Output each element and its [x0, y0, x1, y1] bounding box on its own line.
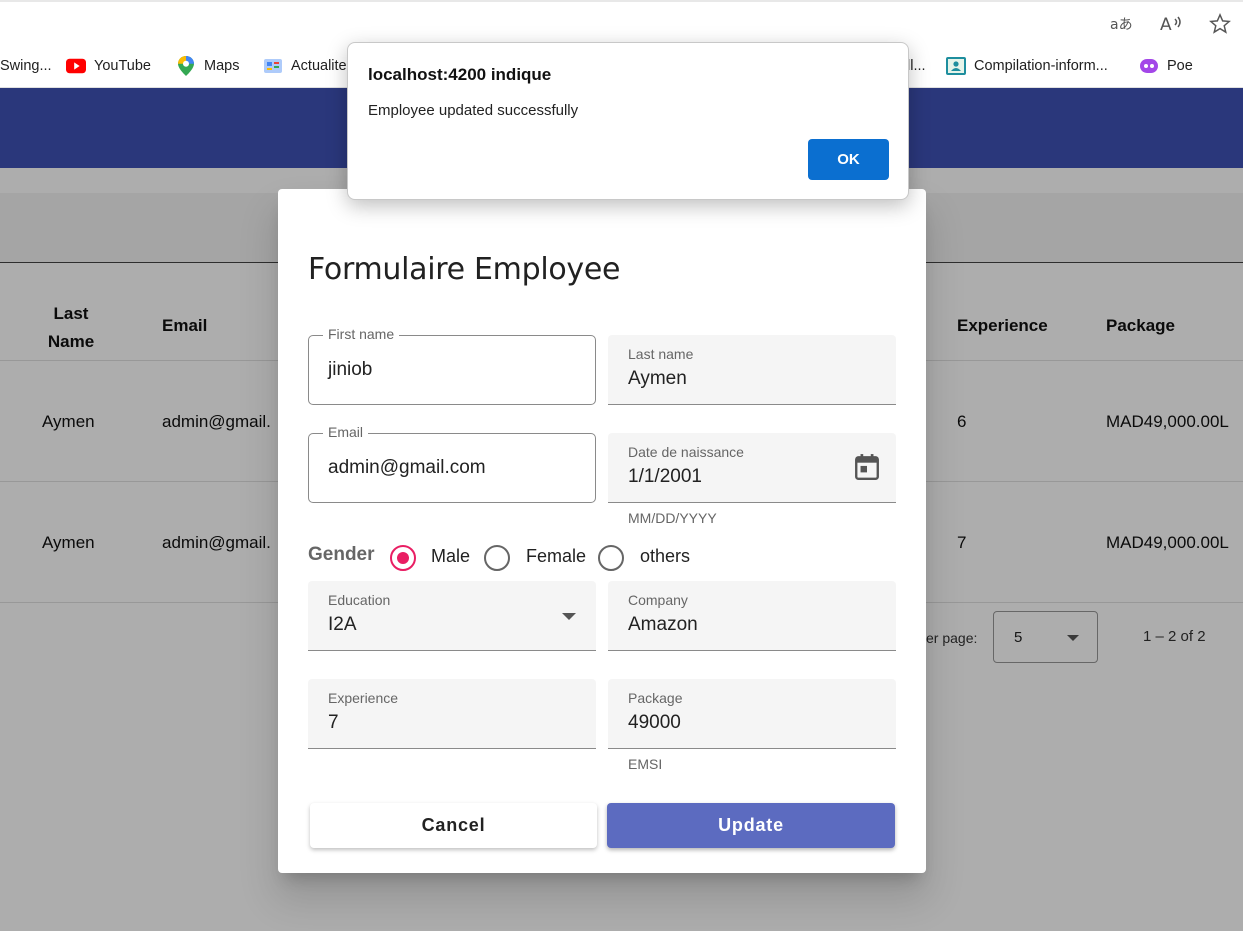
- bookmark-label: YouTube: [94, 58, 151, 74]
- date-of-birth-field[interactable]: Date de naissance 1/1/2001: [608, 433, 896, 503]
- experience-field[interactable]: Experience 7: [308, 679, 596, 749]
- maps-pin-icon: [176, 56, 196, 76]
- news-icon: [263, 57, 283, 75]
- bookmark-label: Maps: [204, 58, 240, 74]
- radio-female-label[interactable]: Female: [526, 546, 586, 567]
- url-input[interactable]: [0, 4, 1100, 42]
- chevron-down-icon: [562, 613, 576, 620]
- experience-value: 7: [328, 712, 339, 733]
- browser-address-bar: aあ A: [0, 0, 1243, 44]
- experience-label: Experience: [328, 690, 399, 706]
- poe-icon: [1139, 57, 1159, 75]
- date-of-birth-label: Date de naissance: [628, 444, 744, 460]
- bookmark-actualite[interactable]: Actualite: [263, 55, 347, 77]
- bookmark-label: ll...: [907, 58, 926, 74]
- radio-male-label[interactable]: Male: [431, 546, 470, 567]
- company-value: Amazon: [628, 614, 698, 635]
- radio-others[interactable]: [598, 545, 624, 571]
- email-field[interactable]: Email admin@gmail.com: [308, 424, 596, 503]
- package-hint: EMSI: [628, 756, 663, 772]
- last-name-value: Aymen: [628, 368, 687, 389]
- dialog-title: Formulaire Employee: [308, 252, 621, 287]
- email-value: admin@gmail.com: [328, 457, 486, 478]
- cancel-button[interactable]: Cancel: [310, 803, 597, 848]
- alert-ok-button[interactable]: OK: [808, 139, 889, 180]
- package-value: 49000: [628, 712, 681, 733]
- bookmark-label: Compilation-inform...: [974, 58, 1108, 74]
- company-field[interactable]: Company Amazon: [608, 581, 896, 651]
- update-button[interactable]: Update: [607, 803, 895, 848]
- classroom-icon: [946, 57, 966, 75]
- date-of-birth-value: 1/1/2001: [628, 466, 702, 487]
- first-name-value: jiniob: [328, 359, 373, 380]
- bookmark-label: Poe: [1167, 58, 1193, 74]
- bookmark-compilation[interactable]: Compilation-inform...: [946, 55, 1108, 77]
- first-name-field[interactable]: First name jiniob: [308, 326, 596, 405]
- package-label: Package: [628, 690, 683, 706]
- read-aloud-icon[interactable]: A: [1158, 11, 1184, 37]
- bookmark-ll[interactable]: ll...: [907, 55, 926, 77]
- last-name-label: Last name: [628, 346, 694, 362]
- favorite-star-icon[interactable]: [1207, 11, 1233, 37]
- employee-form-dialog: Formulaire Employee First name jiniob La…: [278, 189, 926, 873]
- bookmark-youtube[interactable]: YouTube: [66, 55, 151, 77]
- youtube-icon: [66, 57, 86, 75]
- date-format-hint: MM/DD/YYYY: [628, 510, 717, 526]
- email-label: Email: [323, 424, 369, 440]
- bookmark-label: Actualite: [291, 58, 347, 74]
- alert-title: localhost:4200 indique: [368, 65, 552, 84]
- last-name-field[interactable]: Last name Aymen: [608, 335, 896, 405]
- company-label: Company: [628, 592, 688, 608]
- bookmark-label: Swing...: [0, 58, 52, 74]
- education-value: I2A: [328, 614, 357, 635]
- radio-male[interactable]: [390, 545, 416, 571]
- gender-label: Gender: [308, 544, 375, 565]
- bookmark-maps[interactable]: Maps: [176, 55, 239, 77]
- first-name-label: First name: [323, 326, 400, 342]
- svg-text:aあ: aあ: [1110, 17, 1132, 33]
- bookmark-poe[interactable]: Poe: [1139, 55, 1193, 77]
- calendar-icon[interactable]: [854, 453, 880, 486]
- bookmark-swing[interactable]: Swing...: [0, 55, 52, 77]
- radio-others-label[interactable]: others: [640, 546, 690, 567]
- alert-message: Employee updated successfully: [368, 102, 579, 119]
- education-select[interactable]: Education I2A: [308, 581, 596, 651]
- translate-icon[interactable]: aあ: [1108, 11, 1134, 37]
- radio-female[interactable]: [484, 545, 510, 571]
- svg-text:A: A: [1160, 15, 1172, 34]
- browser-alert-dialog: localhost:4200 indique Employee updated …: [347, 42, 909, 200]
- package-field[interactable]: Package 49000: [608, 679, 896, 749]
- education-label: Education: [328, 592, 391, 608]
